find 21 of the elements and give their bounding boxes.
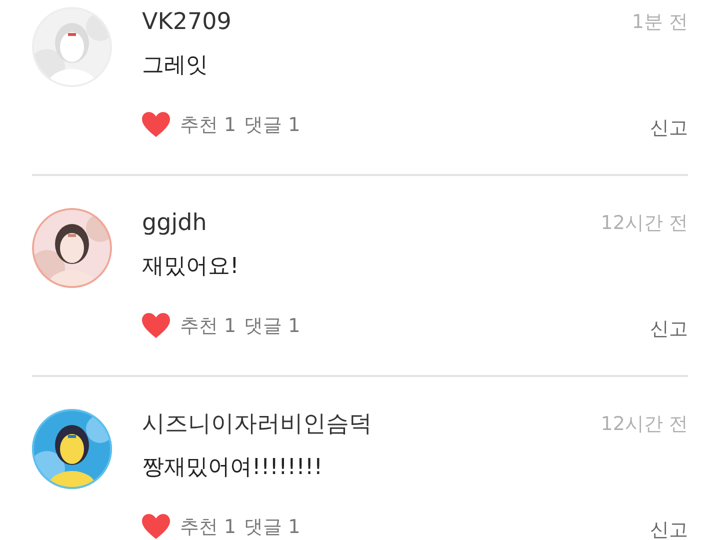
heart-icon[interactable] <box>142 313 170 339</box>
like-count: 추천 1 <box>180 112 236 138</box>
reply-link[interactable]: 댓글 1 <box>244 312 300 340</box>
report-link[interactable]: 신고 <box>650 510 688 540</box>
comment-time: 12시간 전 <box>600 412 688 437</box>
comment-text: 그레잇 <box>142 52 209 80</box>
heart-icon[interactable] <box>142 514 170 540</box>
author-name[interactable]: ggjdh <box>142 206 207 240</box>
report-link[interactable]: 신고 <box>650 108 688 142</box>
comment-time: 1분 전 <box>632 10 688 35</box>
report-link[interactable]: 신고 <box>650 308 688 344</box>
like-count: 추천 1 <box>180 314 236 339</box>
reply-link[interactable]: 댓글 1 <box>244 110 300 140</box>
like-count: 추천 1 <box>180 514 236 540</box>
comment-text: 재밌어요! <box>142 253 240 281</box>
author-name[interactable]: 시즈니이자러비인슴덕 <box>142 406 372 442</box>
heart-icon[interactable] <box>142 112 170 138</box>
comment-text: 짱재밌어여!!!!!!!! <box>142 454 324 482</box>
comment-time: 12시간 전 <box>600 210 688 236</box>
author-name[interactable]: VK2709 <box>142 4 232 40</box>
reply-link[interactable]: 댓글 1 <box>244 512 300 540</box>
